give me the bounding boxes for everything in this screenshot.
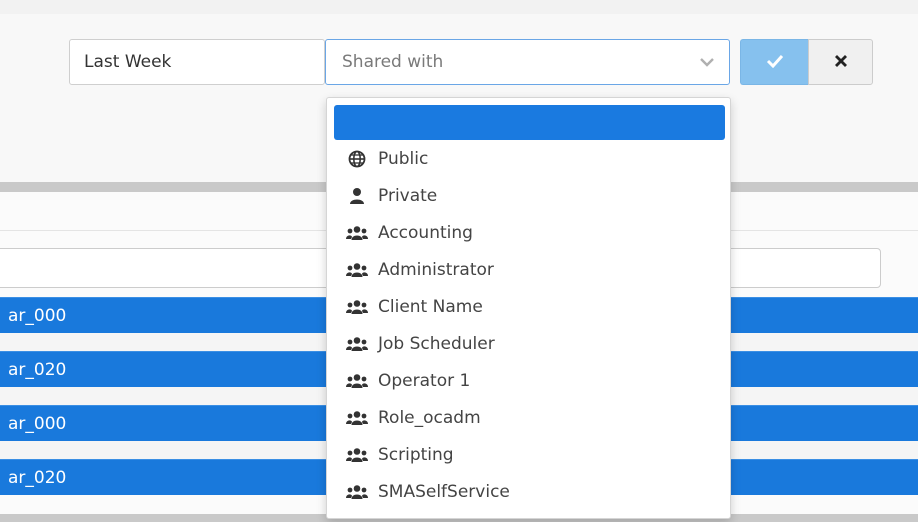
dropdown-option-label: Private — [378, 185, 438, 206]
users-icon — [346, 409, 368, 427]
row-label: ar_020 — [8, 468, 67, 488]
users-icon — [346, 224, 368, 242]
dropdown-option-label: SMASelfService — [378, 481, 510, 502]
users-icon — [346, 261, 368, 279]
dropdown-empty-option[interactable] — [334, 105, 725, 140]
row-label: ar_000 — [8, 306, 67, 326]
dropdown-option-private[interactable]: Private — [327, 177, 730, 214]
dropdown-option-accounting[interactable]: Accounting — [327, 214, 730, 251]
dropdown-option-scripting[interactable]: Scripting — [327, 436, 730, 473]
date-range-select[interactable]: Last Week — [69, 39, 325, 85]
dropdown-option-label: Job Scheduler — [378, 333, 495, 354]
users-icon — [346, 446, 368, 464]
dropdown-option-client-name[interactable]: Client Name — [327, 288, 730, 325]
users-icon — [346, 335, 368, 353]
dropdown-option-label: Operator 1 — [378, 370, 471, 391]
dropdown-option-label: Administrator — [378, 259, 494, 280]
shared-with-dropdown: Public Private Accounting Administrator … — [326, 97, 731, 519]
users-icon — [346, 372, 368, 390]
chevron-down-icon — [699, 40, 715, 84]
dropdown-option-public[interactable]: Public — [327, 140, 730, 177]
check-icon — [766, 53, 784, 72]
shared-with-select[interactable]: Shared with — [325, 39, 730, 85]
dropdown-option-label: Public — [378, 148, 429, 169]
row-label: ar_000 — [8, 414, 67, 434]
dropdown-option-job-scheduler[interactable]: Job Scheduler — [327, 325, 730, 362]
dropdown-option-label: Accounting — [378, 222, 473, 243]
globe-icon — [346, 150, 368, 168]
shared-with-placeholder: Shared with — [342, 52, 444, 72]
close-icon — [834, 53, 848, 72]
row-label: ar_020 — [8, 360, 67, 380]
users-icon — [346, 483, 368, 501]
users-icon — [346, 298, 368, 316]
top-band — [0, 0, 918, 14]
user-icon — [346, 187, 368, 205]
dropdown-option-label: Role_ocadm — [378, 407, 481, 428]
dropdown-option-smaselfservice[interactable]: SMASelfService — [327, 473, 730, 510]
clear-button[interactable] — [808, 39, 873, 85]
dropdown-option-administrator[interactable]: Administrator — [327, 251, 730, 288]
dropdown-option-role-ocadm[interactable]: Role_ocadm — [327, 399, 730, 436]
apply-button[interactable] — [740, 39, 808, 85]
dropdown-option-label: Client Name — [378, 296, 483, 317]
dropdown-option-label: Scripting — [378, 444, 454, 465]
dropdown-option-operator-1[interactable]: Operator 1 — [327, 362, 730, 399]
